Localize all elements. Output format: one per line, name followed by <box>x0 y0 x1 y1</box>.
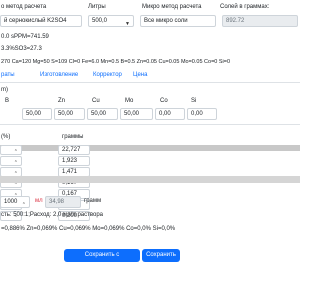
micro-method-value: Все микро соли <box>144 18 188 24</box>
salts-label: Солей в граммах: <box>220 4 270 10</box>
ml-field: 34,98 <box>45 196 81 208</box>
micro-label-mo: Mo <box>125 98 134 104</box>
micro-value-co: 0,00 <box>159 111 171 117</box>
calc-method-label: о метод расчета <box>1 4 47 10</box>
section-divider <box>0 124 300 125</box>
qty-value: 1000 <box>4 199 18 205</box>
micro-value-si: 0,00 <box>191 111 203 117</box>
micro-value-zn: 50,00 <box>58 111 74 117</box>
col-percent: (%) <box>1 134 11 140</box>
tab-manufacturing[interactable]: Изготовление <box>40 72 78 78</box>
section-title: m) <box>1 87 8 93</box>
micro-input-co[interactable]: 0,00 <box>155 108 185 120</box>
col-grams: граммы <box>62 134 84 140</box>
table-header-bar <box>0 145 300 151</box>
micro-input-mo[interactable]: 50,00 <box>120 108 153 120</box>
percent-info: =0,886% Zn=0,069% Cu=0,069% Mo=0,069% Co… <box>1 226 176 232</box>
grams-value: 1,471 <box>62 169 78 175</box>
grams-value: 1,923 <box>62 158 78 164</box>
liters-value: 500,0 <box>92 18 108 24</box>
micro-input-zn[interactable]: 50,00 <box>54 108 85 120</box>
stepper-icon: ⌃ <box>13 160 18 166</box>
tabs-divider <box>0 82 300 83</box>
liters-label: Литры <box>88 4 106 10</box>
tab-preparations[interactable]: раты <box>1 72 15 78</box>
micro-value-b: 50,00 <box>26 111 42 117</box>
save-button[interactable]: Сохранить <box>142 249 180 262</box>
qty-input[interactable]: 1000 ⌃ <box>0 196 30 208</box>
micro-value-mo: 50,00 <box>124 111 140 117</box>
micro-value-cu: 50,00 <box>91 111 107 117</box>
micro-label-si: Si <box>191 98 197 104</box>
micro-input-b[interactable]: 50,00 <box>22 108 52 120</box>
percent-stepper[interactable]: ⌃ <box>0 156 22 166</box>
grams-field[interactable]: 22,727 <box>58 145 90 155</box>
chevron-icon: ⌃ <box>21 202 26 208</box>
micro-method-select[interactable]: Все микро соли <box>140 15 216 27</box>
grams-value: 22,727 <box>62 147 81 153</box>
micro-input-si[interactable]: 0,00 <box>187 108 217 120</box>
stepper-icon: ⌃ <box>13 149 18 155</box>
micro-label-cu: Cu <box>92 98 100 104</box>
calc-method-value: й сернокислый K2SO4 <box>4 18 67 24</box>
save-with-comment-button[interactable]: Сохранить с комментарием <box>64 249 140 271</box>
micro-input-cu[interactable]: 50,00 <box>87 108 118 120</box>
info-so3: 3.3%SO3=27.3 <box>1 46 42 52</box>
micro-method-label: Микро метод расчета <box>142 4 202 10</box>
tab-corrector[interactable]: Корректор <box>93 72 122 78</box>
ml-value: 34,98 <box>49 199 65 205</box>
gram-label: грамм <box>84 198 102 204</box>
row-highlight-bar <box>0 176 300 183</box>
tab-price[interactable]: Цена <box>133 72 147 78</box>
micro-label-b: B <box>5 98 10 104</box>
salts-total-value: 892.72 <box>226 18 245 24</box>
liters-select[interactable]: 500,0 ▼ <box>88 15 134 27</box>
percent-stepper[interactable]: ⌃ <box>0 145 22 155</box>
concentration-info: сть: 500:1;Расход: 2,0 мл/л раствора <box>1 212 104 218</box>
salts-total-field: 892.72 <box>222 15 298 27</box>
info-ppm: 0.0 sPPM=741.59 <box>1 34 49 40</box>
chevron-down-icon: ▼ <box>125 21 130 27</box>
info-elements: 270 Ca=120 Mg=50 S=109 Cl=0 Fe=6.0 Mn=0.… <box>1 59 231 65</box>
calc-method-select[interactable]: й сернокислый K2SO4 <box>0 15 82 27</box>
micro-label-zn: Zn <box>58 98 66 104</box>
grams-field[interactable]: 1,923 <box>58 156 90 166</box>
micro-label-co: Co <box>160 98 168 104</box>
ml-label: мл <box>35 198 43 204</box>
